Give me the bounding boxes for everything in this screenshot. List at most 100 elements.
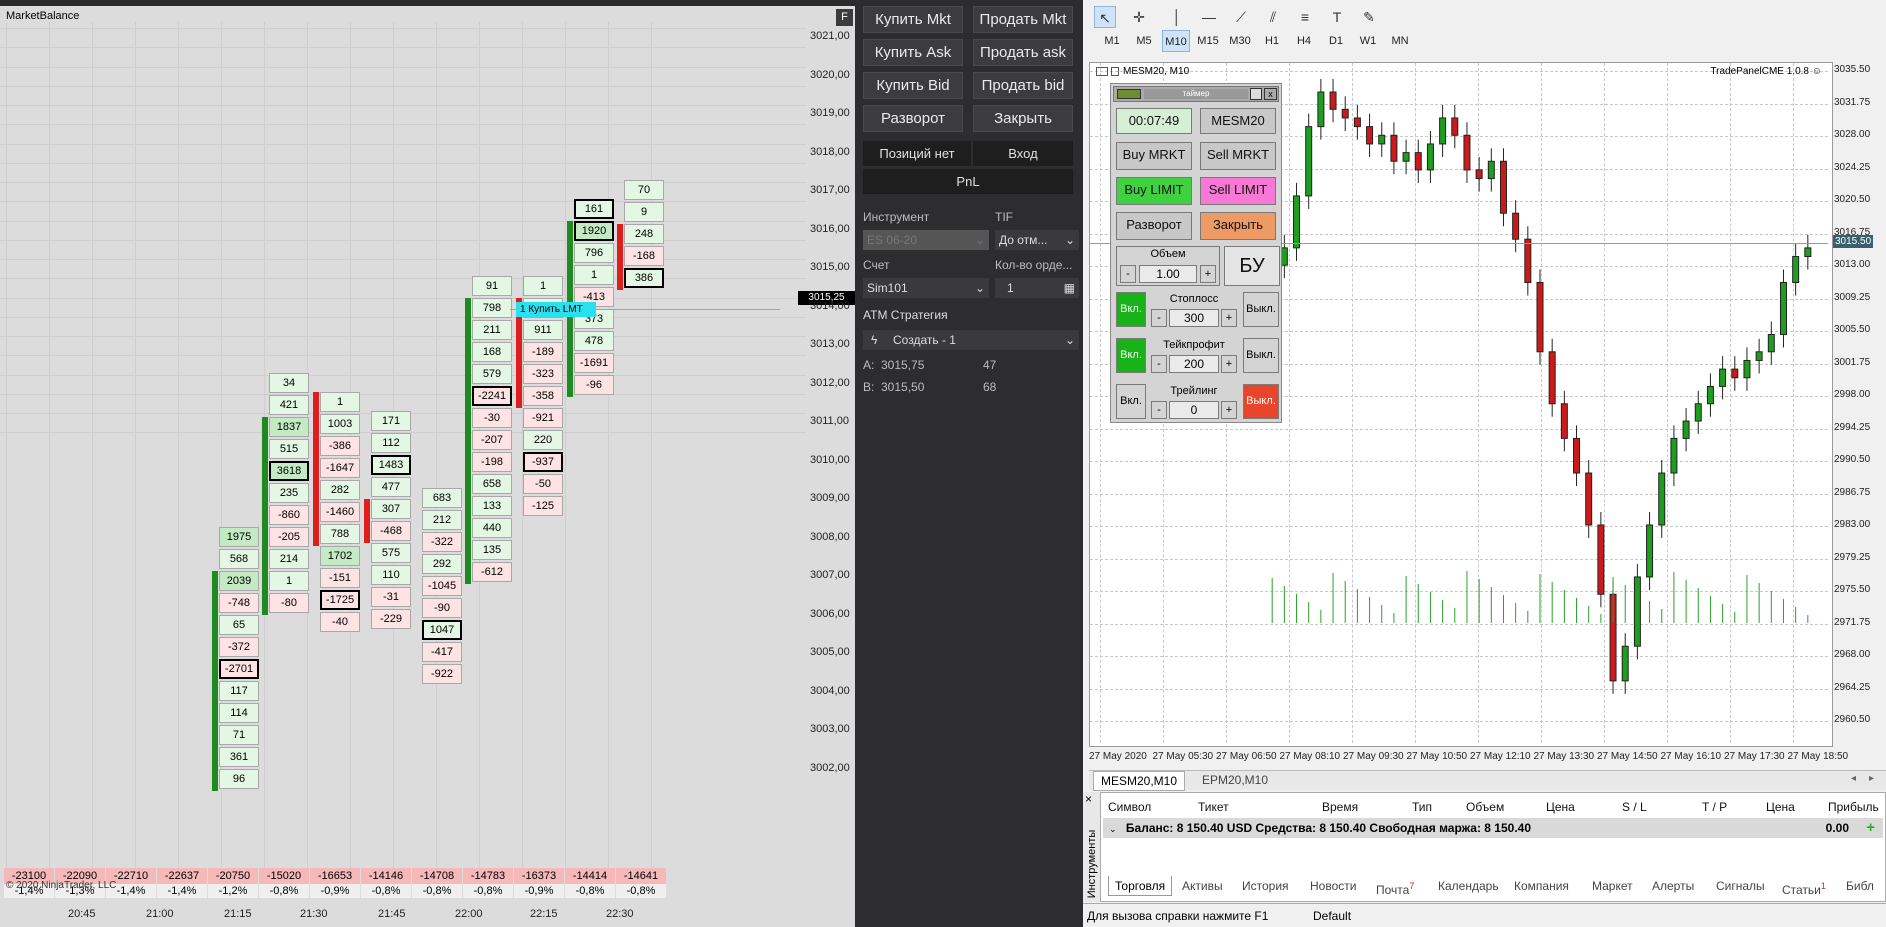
tp-off-toggle[interactable]: Выкл.: [1243, 338, 1279, 373]
timeframe-d1[interactable]: D1: [1322, 30, 1350, 52]
grid-hline: [0, 143, 806, 145]
tif-select[interactable]: До отм... ⌄: [995, 230, 1079, 250]
breakeven-button[interactable]: БУ: [1224, 246, 1280, 286]
footprint-cell: 235: [269, 482, 309, 503]
cursor-icon[interactable]: ↖: [1094, 6, 1116, 28]
sell-mrkt-button[interactable]: Sell MRKT: [1200, 142, 1276, 170]
timeframe-h1[interactable]: H1: [1258, 30, 1286, 52]
sell-mkt-button[interactable]: Продать Mkt: [973, 6, 1073, 33]
quantity-stepper[interactable]: 1 ▦: [995, 278, 1079, 298]
panel-close-button[interactable]: Закрыть: [1200, 212, 1276, 240]
trail-minus[interactable]: -: [1151, 401, 1167, 419]
timer-titlebar[interactable]: таймер x: [1113, 86, 1279, 102]
timeframe-mn[interactable]: MN: [1386, 30, 1414, 52]
price-label: 3018,00: [810, 145, 850, 158]
calculator-icon[interactable]: ▦: [1064, 278, 1075, 298]
atm-strategy-select[interactable]: ϟ Создать - 1 ⌄: [863, 330, 1079, 350]
buy-mkt-button[interactable]: Купить Mkt: [863, 6, 963, 33]
stoploss-input[interactable]: 300: [1169, 309, 1219, 327]
terminal-tab[interactable]: Почта7: [1376, 876, 1414, 897]
price-label: 2979.25: [1834, 551, 1871, 563]
add-icon[interactable]: +: [1866, 818, 1875, 838]
takeprofit-input[interactable]: 200: [1169, 355, 1219, 373]
sl-off-toggle[interactable]: Выкл.: [1243, 292, 1279, 327]
volume-plus[interactable]: +: [1200, 265, 1216, 283]
trail-off-toggle[interactable]: Выкл.: [1243, 384, 1279, 419]
timeframe-m1[interactable]: M1: [1098, 30, 1126, 52]
panel-reverse-button[interactable]: Разворот: [1116, 212, 1192, 240]
terminal-tab[interactable]: Торговля: [1108, 876, 1173, 896]
trail-plus[interactable]: +: [1221, 401, 1237, 419]
price-label: 2983.00: [1834, 519, 1871, 530]
volume-minus[interactable]: -: [1120, 265, 1136, 283]
terminal-tab[interactable]: Сигналы: [1716, 876, 1765, 896]
scroll-left-icon[interactable]: ◂: [1851, 773, 1856, 784]
candle-body: [1341, 108, 1349, 119]
time-label: 27 May 05:30: [1152, 751, 1214, 762]
balance-row[interactable]: ⌄ Баланс: 8 150.40 USD Средства: 8 150.4…: [1103, 818, 1883, 838]
terminal-tab[interactable]: Активы: [1182, 876, 1223, 896]
footprint-cell: -80: [269, 592, 309, 613]
sl-on-toggle[interactable]: Вкл.: [1116, 292, 1146, 327]
crosshair-icon[interactable]: ✛: [1128, 6, 1150, 28]
terminal-tab[interactable]: История: [1242, 876, 1289, 896]
sell-limit-button[interactable]: Sell LIMIT: [1200, 177, 1276, 205]
timeframe-m10[interactable]: M10: [1162, 30, 1190, 52]
chart-menu-icon[interactable]: [1096, 66, 1108, 76]
tp-plus[interactable]: +: [1221, 355, 1237, 373]
horizontal-line-icon[interactable]: —: [1198, 6, 1220, 28]
buy-ask-button[interactable]: Купить Ask: [863, 39, 963, 66]
buy-limit-order-label[interactable]: 1 Купить LMT: [516, 302, 596, 317]
ninja-chart-title: MarketBalance: [6, 10, 80, 22]
terminal-tab[interactable]: Алерты: [1652, 876, 1694, 896]
terminal-tab[interactable]: Статьи1: [1782, 876, 1826, 897]
close-button[interactable]: Закрыть: [973, 105, 1073, 132]
timeframe-m30[interactable]: M30: [1226, 30, 1254, 52]
timeframe-m15[interactable]: M15: [1194, 30, 1222, 52]
terminal-tab[interactable]: Календарь: [1438, 876, 1499, 896]
f-button[interactable]: F: [836, 9, 853, 26]
terminal-tab[interactable]: Компания: [1514, 876, 1569, 896]
buy-mrkt-button[interactable]: Buy MRKT: [1116, 142, 1192, 170]
buy-bid-button[interactable]: Купить Bid: [863, 72, 963, 99]
buy-limit-button[interactable]: Buy LIMIT: [1116, 177, 1192, 205]
terminal-tab[interactable]: Новости: [1310, 876, 1356, 896]
timeframe-m5[interactable]: M5: [1130, 30, 1158, 52]
instrument-select[interactable]: ES 06-20 ⌄: [863, 230, 989, 250]
account-select[interactable]: Sim101 ⌄: [863, 278, 989, 298]
minimize-icon[interactable]: [1250, 88, 1262, 100]
tp-on-toggle[interactable]: Вкл.: [1116, 338, 1146, 373]
timeframe-h4[interactable]: H4: [1290, 30, 1318, 52]
fibonacci-icon[interactable]: ≡: [1294, 6, 1316, 28]
chart-tab-epm20[interactable]: EPM20,M10: [1189, 771, 1281, 791]
trendline-icon[interactable]: ⟋: [1230, 6, 1252, 28]
vertical-line-icon[interactable]: │: [1166, 6, 1188, 28]
scroll-right-icon[interactable]: ▸: [1869, 773, 1874, 784]
text-icon[interactable]: T: [1326, 6, 1348, 28]
reverse-button[interactable]: Разворот: [863, 105, 963, 132]
time-label: 27 May 2020: [1089, 751, 1147, 762]
sl-plus[interactable]: +: [1221, 309, 1237, 327]
shapes-icon[interactable]: ✎: [1358, 6, 1380, 28]
terminal-tab[interactable]: Маркет: [1592, 876, 1633, 896]
sl-minus[interactable]: -: [1151, 309, 1167, 327]
terminal-tab[interactable]: Библ: [1846, 876, 1874, 896]
account-label: Счет: [863, 258, 890, 272]
tp-minus[interactable]: -: [1151, 355, 1167, 373]
terminal-header: Цена: [1766, 800, 1795, 814]
candle-body: [1585, 472, 1593, 526]
volume-input[interactable]: 1.00: [1139, 265, 1197, 283]
terminal-close-icon[interactable]: ×: [1085, 792, 1092, 806]
trailing-input[interactable]: 0: [1169, 401, 1219, 419]
panel-close-icon[interactable]: x: [1264, 88, 1277, 100]
ninja-chart[interactable]: MarketBalance F 1975 568 2039 -748 65 -372 -27…: [0, 0, 855, 927]
chart-window-icon[interactable]: [1111, 66, 1119, 76]
trail-on-toggle[interactable]: Вкл.: [1116, 384, 1146, 419]
chart-tab-mesm20[interactable]: MESM20,M10: [1093, 771, 1185, 791]
mt4-chart[interactable]: MESM20, M10 TradePanelCME 1.0.8 ☺ таймер…: [1089, 62, 1833, 747]
timeframe-w1[interactable]: W1: [1354, 30, 1382, 52]
sell-ask-button[interactable]: Продать ask: [973, 39, 1073, 66]
sell-bid-button[interactable]: Продать bid: [973, 72, 1073, 99]
channel-icon[interactable]: ⫽: [1262, 6, 1284, 28]
footprint-cell: 71: [219, 724, 259, 745]
